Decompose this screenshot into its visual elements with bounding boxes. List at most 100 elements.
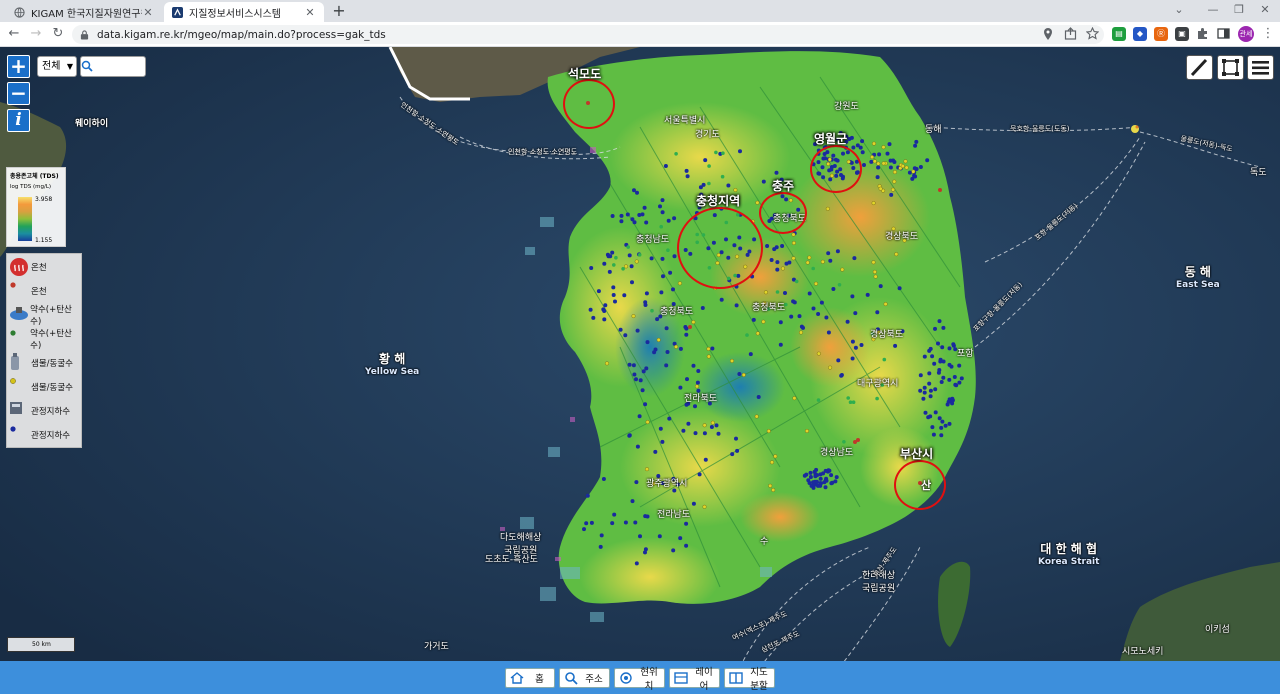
observation-point[interactable] [645,514,650,519]
observation-point[interactable] [794,279,799,284]
observation-point[interactable] [940,345,945,350]
observation-point[interactable] [928,346,933,351]
observation-point[interactable] [827,468,832,473]
observation-point[interactable] [623,333,628,338]
observation-point[interactable] [946,399,951,404]
observation-point[interactable] [805,429,810,434]
location-pin-icon[interactable] [1042,27,1054,41]
observation-point[interactable] [631,363,636,368]
observation-point[interactable] [700,306,705,310]
observation-point[interactable] [614,255,618,260]
observation-point[interactable] [642,205,647,210]
observation-point[interactable] [602,317,607,322]
observation-point[interactable] [741,372,746,377]
observation-point[interactable] [626,245,630,249]
extensions-puzzle-icon[interactable] [1196,27,1209,40]
observation-point[interactable] [937,319,942,324]
observation-point[interactable] [927,371,932,376]
observation-point[interactable] [850,356,855,361]
reload-icon[interactable]: ↻ [50,26,66,42]
observation-point[interactable] [697,472,702,477]
observation-point[interactable] [816,398,821,402]
observation-point[interactable] [693,404,697,409]
observation-point[interactable] [952,375,957,379]
observation-point[interactable] [949,364,954,369]
observation-point[interactable] [635,444,640,449]
observation-point[interactable] [814,479,819,484]
observation-point[interactable] [911,169,916,174]
observation-point[interactable] [811,306,816,311]
observation-point[interactable] [826,330,831,335]
observation-point[interactable] [755,331,760,336]
observation-point[interactable] [778,342,783,347]
observation-point[interactable] [607,269,612,274]
close-window-icon[interactable]: ✕ [1248,0,1280,20]
observation-point[interactable] [826,251,831,256]
observation-point[interactable] [775,260,780,265]
observation-point[interactable] [748,352,753,357]
observation-point[interactable] [851,400,856,405]
observation-point[interactable] [775,290,780,294]
observation-point[interactable] [820,259,825,264]
new-tab-button[interactable]: + [330,2,348,20]
observation-point[interactable] [707,181,711,186]
observation-point[interactable] [913,174,918,179]
measure-distance-button[interactable] [1186,55,1213,80]
observation-point[interactable] [773,454,778,459]
observation-point[interactable] [818,472,823,477]
observation-point[interactable] [630,280,634,285]
observation-point[interactable] [791,232,796,237]
observation-point[interactable] [650,308,654,313]
observation-point[interactable] [923,410,928,415]
observation-point[interactable] [904,165,909,170]
observation-point[interactable] [622,293,627,298]
observation-point[interactable] [611,293,616,297]
observation-point[interactable] [684,326,689,331]
back-icon[interactable]: ← [6,26,22,42]
observation-point[interactable] [829,473,834,478]
tab-search-icon[interactable]: ⌄ [1162,0,1196,20]
observation-point[interactable] [957,363,962,368]
observation-point[interactable] [957,380,962,385]
observation-point[interactable] [824,315,829,320]
observation-point[interactable] [695,384,700,389]
observation-point[interactable] [696,369,701,373]
observation-point[interactable] [637,253,642,257]
observation-point[interactable] [770,460,775,465]
observation-point[interactable] [894,252,899,257]
extension-blue-icon[interactable]: ◆ [1133,27,1147,41]
observation-point[interactable] [883,302,888,307]
observation-point[interactable] [681,428,686,433]
observation-point[interactable] [871,260,876,265]
observation-point[interactable] [737,372,742,376]
observation-point[interactable] [691,363,696,368]
observation-point[interactable] [876,165,881,170]
observation-point[interactable] [630,499,635,504]
observation-point[interactable] [925,158,930,163]
observation-point[interactable] [918,373,923,378]
observation-point[interactable] [589,266,594,270]
zoom-out-button[interactable]: − [7,82,30,105]
observation-point[interactable] [720,174,725,179]
observation-point[interactable] [612,263,616,267]
observation-point[interactable] [691,501,696,506]
observation-point[interactable] [862,163,866,167]
split-map-button[interactable]: 지도분할 [724,667,775,692]
observation-point[interactable] [634,561,639,566]
observation-point[interactable] [875,396,879,401]
observation-point[interactable] [836,358,841,363]
observation-point[interactable] [954,383,959,388]
observation-point[interactable] [888,158,893,163]
observation-point[interactable] [661,274,665,279]
observation-point[interactable] [828,258,833,263]
observation-point[interactable] [893,343,898,348]
observation-point[interactable] [649,256,654,261]
observation-point[interactable] [634,377,638,382]
browser-tab-kigam[interactable]: KIGAM 한국지질자원연구원 ✕ [6,2,162,22]
observation-point[interactable] [772,247,777,252]
observation-point[interactable] [637,213,642,217]
observation-point[interactable] [633,520,638,525]
observation-point[interactable] [625,212,630,217]
observation-point[interactable] [643,550,647,555]
observation-point[interactable] [835,249,840,254]
